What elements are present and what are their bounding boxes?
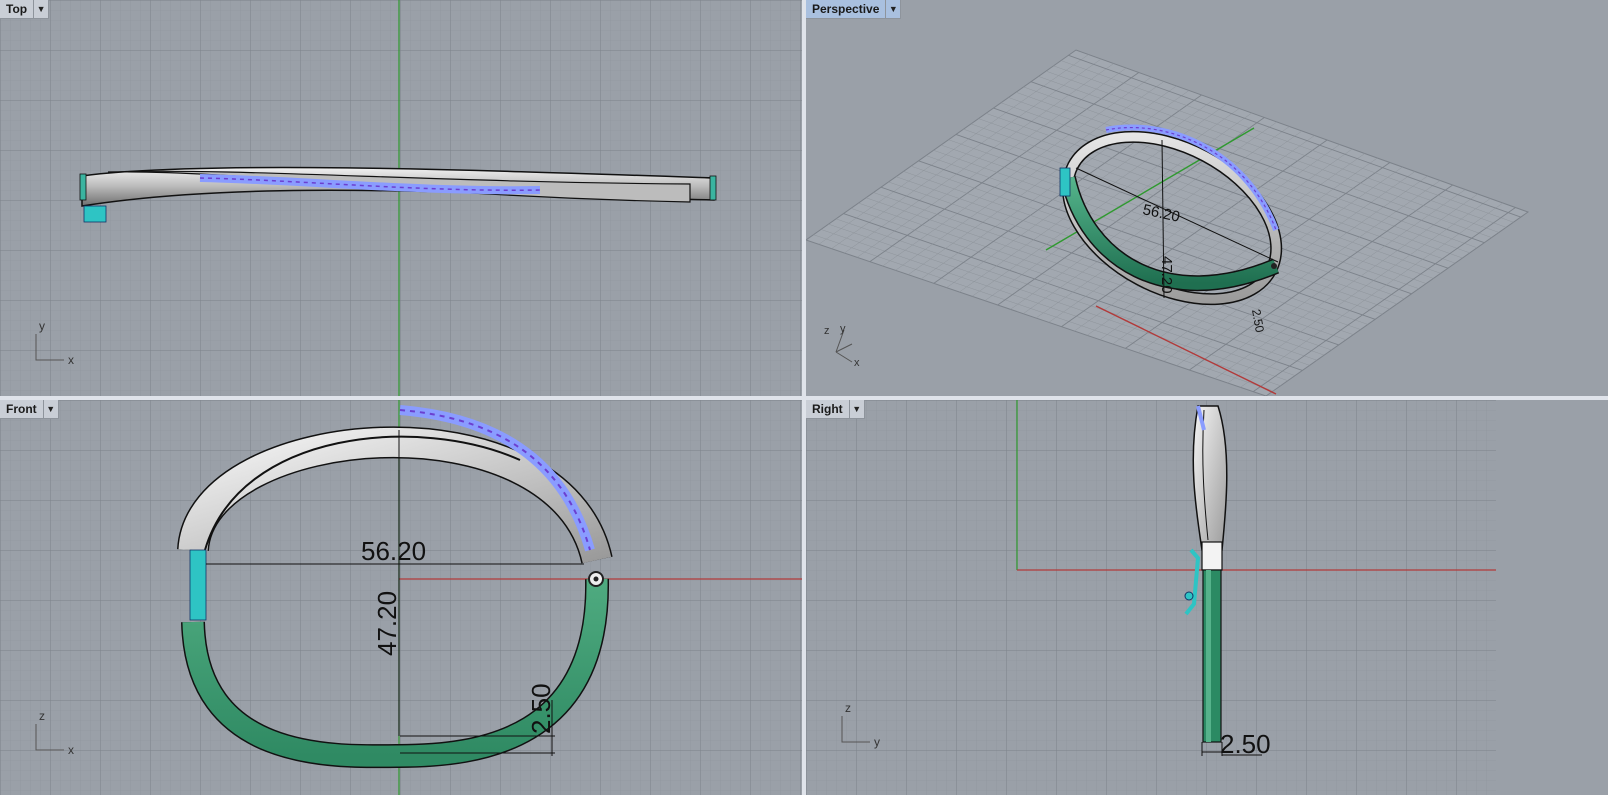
right-viewport-canvas: 2.50 z y	[806, 400, 1496, 795]
tab-label: Front	[6, 402, 37, 416]
tab-label: Perspective	[812, 2, 880, 16]
svg-text:z: z	[845, 701, 851, 715]
tab-label: Right	[812, 402, 843, 416]
tab-right[interactable]: Right ▼	[806, 400, 865, 419]
clasp-part	[83, 205, 107, 223]
svg-text:2.50: 2.50	[1220, 729, 1271, 759]
viewport-front[interactable]: 56.20 47.20 2.50 z x Front ▼	[0, 400, 802, 795]
viewport-top[interactable]: y x Top ▼	[0, 0, 802, 396]
clasp-part	[189, 549, 207, 621]
svg-text:56.20: 56.20	[361, 536, 426, 566]
svg-text:2.50: 2.50	[526, 683, 556, 734]
viewport-splitter-horizontal[interactable]	[0, 396, 1608, 400]
chevron-down-icon[interactable]: ▼	[885, 0, 900, 18]
svg-text:y: y	[840, 323, 846, 335]
perspective-viewport-canvas: 56.20 47.20 2.50 z y x	[806, 49, 1530, 396]
viewport-perspective[interactable]: 56.20 47.20 2.50 z y x Perspective ▼	[806, 0, 1608, 396]
svg-text:x: x	[854, 357, 860, 369]
top-viewport-canvas: y x	[0, 0, 802, 396]
svg-text:y: y	[874, 735, 880, 749]
chevron-down-icon[interactable]: ▼	[33, 0, 48, 18]
tab-perspective[interactable]: Perspective ▼	[806, 0, 902, 19]
tab-front[interactable]: Front ▼	[0, 400, 59, 419]
svg-text:z: z	[824, 325, 830, 337]
front-viewport-canvas: 56.20 47.20 2.50 z x	[0, 400, 802, 795]
clasp-part	[1059, 167, 1071, 197]
svg-text:x: x	[68, 353, 74, 367]
svg-text:y: y	[39, 319, 45, 333]
svg-text:47.20: 47.20	[372, 591, 402, 656]
svg-text:47.20: 47.20	[1158, 256, 1175, 294]
axis-indicator: z y x	[824, 323, 860, 369]
tab-top[interactable]: Top ▼	[0, 0, 50, 19]
rhino-workspace: y x Top ▼ 56.20 47.20 2.50 z y x Perspec…	[0, 0, 1608, 795]
viewport-right[interactable]: 2.50 z y Right ▼	[806, 400, 1608, 795]
chevron-down-icon[interactable]: ▼	[848, 400, 864, 418]
svg-text:x: x	[68, 743, 74, 757]
tab-label: Top	[6, 2, 28, 16]
svg-text:z: z	[39, 709, 45, 723]
chevron-down-icon[interactable]: ▼	[42, 400, 58, 418]
